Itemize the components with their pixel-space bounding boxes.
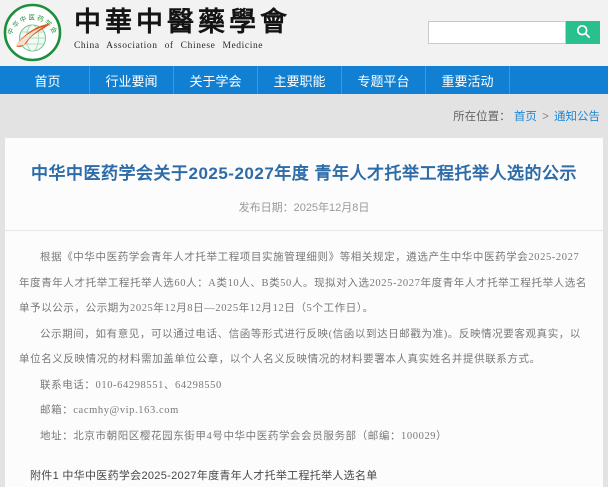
- site-title-zh: 中華中醫藥學會: [74, 6, 291, 38]
- nav-item-about-association[interactable]: 关于学会: [174, 66, 258, 94]
- search-bar: [428, 21, 600, 44]
- page: 中华中医药学会 中華中醫藥學會 China Association of Chi…: [0, 0, 608, 487]
- contact-email: 邮箱：cacmhy@vip.163.com: [19, 398, 589, 424]
- nav-item-industry-news[interactable]: 行业要闻: [90, 66, 174, 94]
- breadcrumb-link-home[interactable]: 首页: [514, 111, 537, 123]
- nav-item-home[interactable]: 首页: [6, 66, 90, 94]
- contact-address: 地址：北京市朝阳区樱花园东街甲4号中华中医药学会会员服务部（邮编：100029）: [19, 424, 589, 450]
- article-title: 中华中医药学会关于2025-2027年度 青年人才托举工程托举人选的公示: [19, 162, 589, 186]
- main-nav: 首页 行业要闻 关于学会 主要职能 专题平台 重要活动: [0, 66, 608, 94]
- site-header: 中华中医药学会 中華中醫藥學會 China Association of Chi…: [0, 0, 608, 66]
- nav-item-important-activities[interactable]: 重要活动: [426, 66, 510, 94]
- article-body: 根据《中华中医药学会青年人才托举工程项目实施管理细则》等相关规定，遴选产生中华中…: [19, 245, 589, 449]
- site-title-en: China Association of Chinese Medicine: [74, 41, 291, 51]
- publish-date: 发布日期：2025年12月8日: [19, 199, 589, 215]
- breadcrumb-prefix: 所在位置：: [453, 111, 511, 123]
- breadcrumb-strip: 所在位置： 首页 > 通知公告: [0, 94, 608, 138]
- nav-item-special-platforms[interactable]: 专题平台: [342, 66, 426, 94]
- paragraph-basis: 根据《中华中医药学会青年人才托举工程项目实施管理细则》等相关规定，遴选产生中华中…: [19, 245, 589, 322]
- breadcrumb-separator: >: [542, 111, 549, 123]
- search-input[interactable]: [428, 21, 566, 44]
- title-divider: [5, 230, 603, 231]
- nav-item-main-functions[interactable]: 主要职能: [258, 66, 342, 94]
- site-titles: 中華中醫藥學會 China Association of Chinese Med…: [74, 6, 291, 51]
- article-card: 中华中医药学会关于2025-2027年度 青年人才托举工程托举人选的公示 发布日…: [5, 138, 603, 487]
- attachment-1-link[interactable]: 附件1 中华中医药学会2025-2027年度青年人才托举工程托举人选名单: [19, 465, 589, 487]
- attachments: 附件1 中华中医药学会2025-2027年度青年人才托举工程托举人选名单 附件2…: [19, 465, 589, 487]
- breadcrumb-link-notices[interactable]: 通知公告: [554, 111, 600, 123]
- cacm-logo-icon: 中华中医药学会: [3, 3, 62, 62]
- search-button[interactable]: [566, 21, 600, 44]
- breadcrumb: 所在位置： 首页 > 通知公告: [453, 108, 600, 124]
- paragraph-feedback: 公示期间，如有意见，可以通过电话、信函等形式进行反映(信函以到达日邮戳为准)。反…: [19, 322, 589, 373]
- contact-phone: 联系电话：010-64298551、64298550: [19, 373, 589, 399]
- search-icon: [575, 23, 592, 43]
